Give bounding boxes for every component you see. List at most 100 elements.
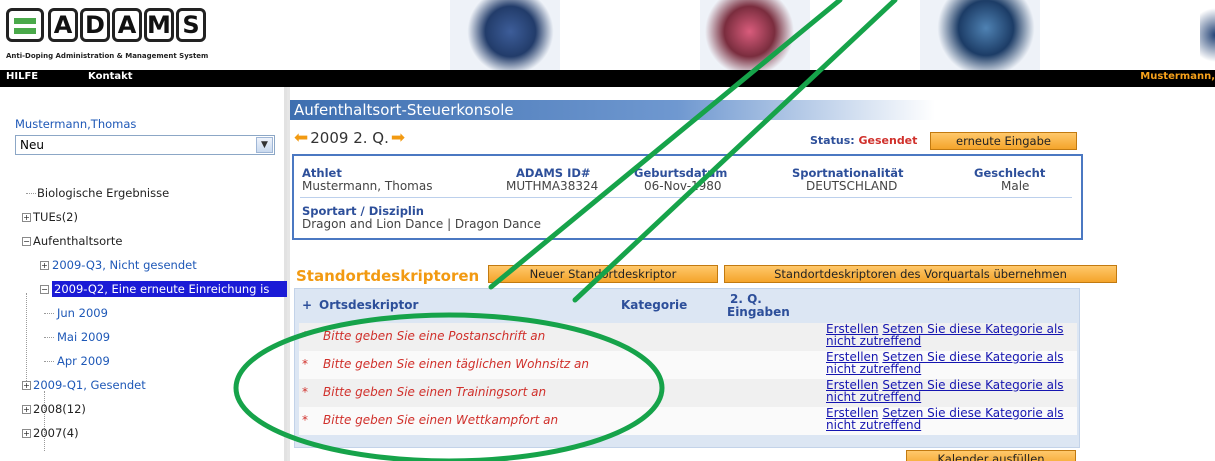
top-nav-bar: HILFE Kontakt Mustermann, — [0, 70, 1215, 87]
logo-letter: D — [80, 8, 110, 42]
tree-item-label: Apr 2009 — [57, 354, 110, 368]
gender-value: Male — [1001, 179, 1030, 193]
athlete-name: Mustermann, Thomas — [302, 179, 433, 193]
row-actions: Erstellen Setzen Sie diese Kategorie als… — [826, 323, 1076, 347]
expand-plus-icon[interactable]: + — [40, 261, 49, 270]
sport-value: Dragon and Lion Dance | Dragon Dance — [302, 217, 542, 231]
tree-item-label: Jun 2009 — [57, 306, 108, 320]
page-title: Aufenthaltsort-Steuerkonsole — [290, 100, 935, 120]
nav-user-link[interactable]: Mustermann, — [1140, 71, 1215, 82]
take-over-descriptors-button[interactable]: Standortdeskriptoren des Vorquartals übe… — [724, 265, 1117, 283]
athlete-photo-runner — [700, 0, 810, 70]
next-quarter-arrow-icon[interactable]: ➡ — [391, 128, 405, 148]
new-descriptor-button[interactable]: Neuer Standortdeskriptor — [488, 265, 718, 283]
tree-item-label: 2009-Q3, Nicht gesendet — [52, 258, 197, 272]
collapse-minus-icon[interactable]: − — [22, 237, 31, 246]
tree-item-label: 2009-Q1, Gesendet — [33, 378, 146, 392]
add-plus-icon[interactable]: + — [302, 299, 312, 311]
adams-id-header: ADAMS ID# — [516, 166, 591, 180]
table-row: * Bitte geben Sie eine Postanschrift an … — [299, 323, 1077, 351]
tree-item-label: Aufenthaltsorte — [33, 234, 123, 248]
nationality-header: Sportnationalität — [792, 166, 904, 180]
tree-connector — [44, 313, 54, 314]
athlete-photo-tennis — [920, 0, 1040, 70]
expand-plus-icon[interactable]: + — [22, 429, 31, 438]
previous-quarter-arrow-icon[interactable]: ⬅ — [294, 128, 308, 148]
expand-plus-icon[interactable]: + — [22, 405, 31, 414]
tree-connector — [44, 337, 54, 338]
birthdate-value: 06-Nov-1980 — [644, 179, 722, 193]
nav-help-link[interactable]: HILFE — [6, 71, 38, 82]
row-required-text: Bitte geben Sie einen Trainingsort an — [323, 385, 547, 399]
set-not-applicable-link-cont[interactable]: nicht zutreffend — [826, 390, 921, 404]
tree-item-label: Biologische Ergebnisse — [37, 186, 170, 200]
status-indicator: Status: Gesendet — [810, 134, 917, 147]
table-row: * Bitte geben Sie einen Trainingsort an … — [299, 379, 1077, 407]
tree-guide-line — [26, 293, 27, 383]
fill-calendar-button[interactable]: Kalender ausfüllen — [906, 450, 1076, 461]
row-required-text: Bitte geben Sie eine Postanschrift an — [323, 329, 546, 343]
tree-connector — [26, 193, 36, 194]
row-required-text: Bitte geben Sie einen Wettkampfort an — [323, 413, 559, 427]
main-content: Aufenthaltsort-Steuerkonsole ⬅ 2009 2. Q… — [290, 98, 1215, 461]
row-actions: Erstellen Setzen Sie diese Kategorie als… — [826, 379, 1076, 403]
tree-item-label-selected: 2009-Q2, Eine erneute Einreichung is — [52, 281, 287, 297]
status-label: Status: — [810, 134, 855, 147]
set-not-applicable-link-cont[interactable]: nicht zutreffend — [826, 334, 921, 348]
row-required-text: Bitte geben Sie einen täglichen Wohnsitz… — [323, 357, 589, 371]
column-entries-label: Eingaben — [727, 305, 790, 319]
sidebar: Mustermann,Thomas Neu ▼ Biologische Erge… — [0, 87, 287, 461]
app-header: A D A M S Anti-Doping Administration & M… — [0, 0, 1215, 70]
athlete-header: Athlet — [302, 166, 342, 180]
logo-mark-icon — [6, 8, 44, 42]
table-row: * Bitte geben Sie einen täglichen Wohnsi… — [299, 351, 1077, 379]
birthdate-header: Geburtsdatum — [634, 166, 728, 180]
tree-item-label: TUEs(2) — [33, 210, 78, 224]
expand-plus-icon[interactable]: + — [22, 381, 31, 390]
column-category: Kategorie — [621, 298, 688, 312]
tree-item-label: 2008(12) — [33, 402, 86, 416]
status-select-value: Neu — [20, 138, 44, 152]
nav-contact-link[interactable]: Kontakt — [88, 71, 133, 82]
athlete-photo-hurdler — [450, 0, 560, 70]
collapse-minus-icon[interactable]: − — [40, 285, 49, 294]
chevron-down-icon[interactable]: ▼ — [256, 137, 273, 153]
adams-id-value: MUTHMA38324 — [506, 179, 599, 193]
logo-letter: A — [112, 8, 142, 42]
sport-header: Sportart / Disziplin — [302, 204, 424, 218]
column-location-descriptor: Ortsdeskriptor — [319, 298, 419, 312]
row-actions: Erstellen Setzen Sie diese Kategorie als… — [826, 407, 1076, 431]
athlete-info-panel: Athlet ADAMS ID# Geburtsdatum Sportnatio… — [292, 154, 1083, 240]
nationality-value: DEUTSCHLAND — [806, 179, 898, 193]
divider — [300, 197, 1072, 198]
expand-plus-icon[interactable]: + — [22, 213, 31, 222]
logo-letter: M — [144, 8, 174, 42]
header-banner-images — [420, 0, 1215, 70]
descriptors-title: Standortdeskriptoren — [296, 267, 480, 285]
page: { "header": { "logo_letters": ["A", "D",… — [0, 0, 1215, 461]
column-quarter-label: 2. Q. — [730, 292, 762, 306]
required-star: * — [302, 329, 308, 343]
row-actions: Erstellen Setzen Sie diese Kategorie als… — [826, 351, 1076, 375]
reenter-button[interactable]: erneute Eingabe — [930, 132, 1077, 150]
required-star: * — [302, 385, 308, 399]
sidebar-user-name[interactable]: Mustermann,Thomas — [15, 117, 136, 131]
logo-letter: S — [176, 8, 206, 42]
athlete-photo-edge — [1200, 0, 1215, 70]
status-select[interactable]: Neu ▼ — [15, 135, 275, 155]
tree-guide-line — [44, 391, 45, 451]
tree-item-label: 2007(4) — [33, 426, 79, 440]
tree-connector — [44, 361, 54, 362]
sidebar-splitter[interactable] — [287, 87, 290, 461]
descriptors-table: + Ortsdeskriptor Kategorie 2. Q. Eingabe… — [294, 288, 1080, 448]
table-row: * Bitte geben Sie einen Wettkampfort an … — [299, 407, 1077, 435]
adams-logo[interactable]: A D A M S — [6, 8, 208, 42]
quarter-label: 2009 2. Q. — [310, 129, 389, 147]
set-not-applicable-link-cont[interactable]: nicht zutreffend — [826, 362, 921, 376]
gender-header: Geschlecht — [974, 166, 1046, 180]
required-star: * — [302, 357, 308, 371]
quarter-navigator: ⬅ 2009 2. Q. ➡ — [294, 128, 405, 148]
status-value: Gesendet — [858, 134, 918, 147]
set-not-applicable-link-cont[interactable]: nicht zutreffend — [826, 418, 921, 432]
logo-letter: A — [48, 8, 78, 42]
